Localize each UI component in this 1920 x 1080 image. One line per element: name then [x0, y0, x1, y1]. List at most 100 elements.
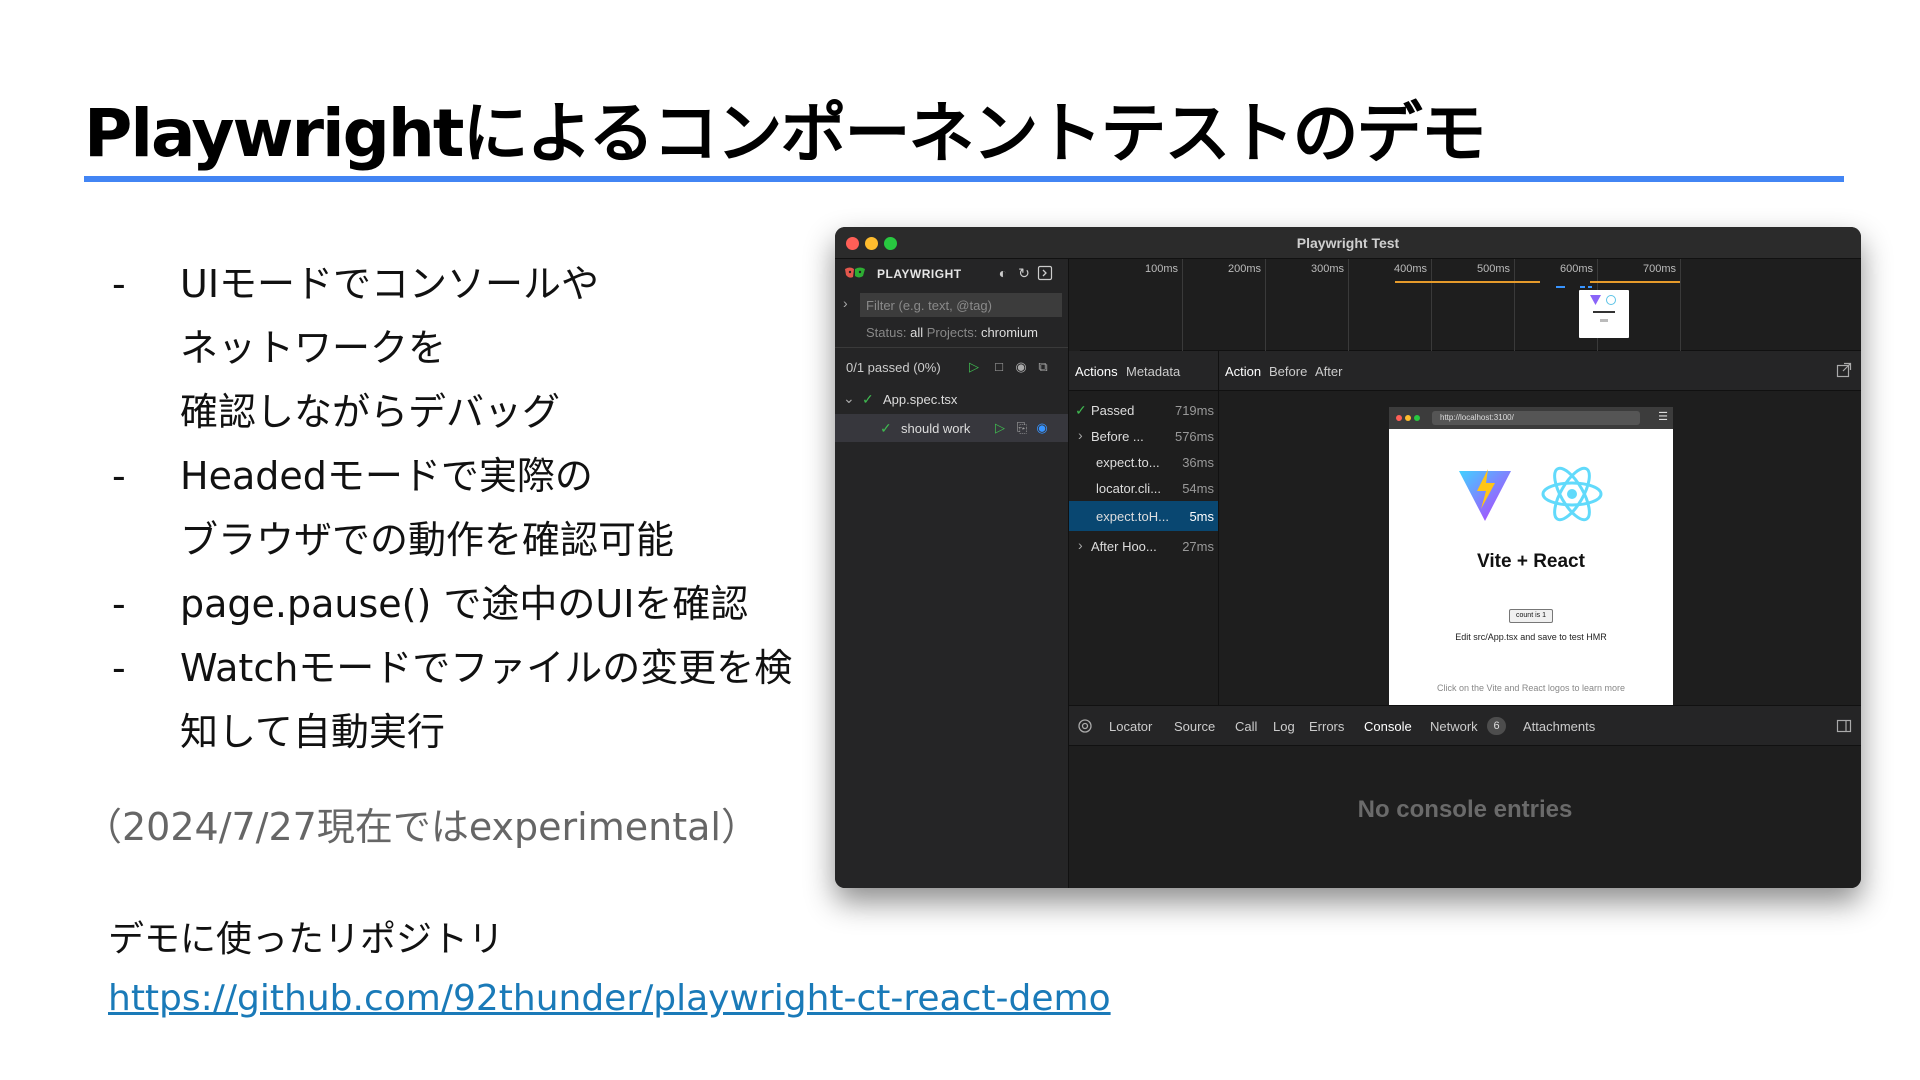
tab-network[interactable]: Network: [1430, 719, 1478, 734]
playwright-window: Playwright Test PLAYWRIGHT ◐ ↻ › Status:…: [835, 227, 1861, 888]
run-all-icon[interactable]: ▷: [966, 359, 982, 375]
timeline-action-bar: [1590, 281, 1680, 283]
chevron-down-icon[interactable]: ⌄: [843, 390, 855, 407]
tab-call[interactable]: Call: [1235, 719, 1257, 734]
timeline-tick-label: 600ms: [1560, 263, 1594, 275]
experimental-note: （2024/7/27現在ではexperimental）: [84, 805, 759, 849]
timeline-screenshot-thumbnail[interactable]: [1579, 290, 1629, 338]
repo-link[interactable]: https://github.com/92thunder/playwright-…: [108, 978, 1111, 1019]
open-source-icon[interactable]: ⎘: [1014, 420, 1030, 436]
slide-title: Playwrightによるコンポーネントテストのデモ: [84, 95, 1486, 172]
bullet-line: 知して自動実行: [180, 710, 445, 754]
timeline-tick: [1348, 259, 1349, 351]
filter-input[interactable]: [860, 293, 1062, 317]
pass-count: 0/1 passed (0%): [846, 360, 941, 375]
tab-source[interactable]: Source: [1174, 719, 1215, 734]
bullet-item: - Headedモードで実際の ブラウザでの動作を確認可能: [112, 444, 812, 572]
toggle-output-icon[interactable]: [1037, 265, 1053, 281]
tree-item-file[interactable]: ⌄ ✓ App.spec.tsx: [835, 385, 1068, 413]
action-label: locator.cli...: [1096, 481, 1162, 496]
snapshot-edit-text: Edit src/App.tsx and save to test HMR: [1455, 632, 1607, 642]
action-duration: 719ms: [1174, 403, 1214, 418]
title-underline: [84, 176, 1844, 182]
bullet-line: UIモードでコンソールや: [180, 262, 600, 306]
action-duration: 5ms: [1189, 509, 1214, 524]
vite-logo-icon: [1590, 295, 1601, 305]
action-row-selected[interactable]: expect.toH... 5ms: [1069, 501, 1218, 531]
chevron-right-icon[interactable]: ›: [1078, 537, 1083, 553]
tree-item-test[interactable]: ✓ should work ▷ ⎘ ◉: [835, 414, 1068, 442]
timeline[interactable]: 100ms 200ms 300ms 400ms 500ms 600ms 700m…: [1080, 259, 1861, 351]
filter-status-line: Status: all Projects: chromium: [866, 325, 1038, 340]
actions-tabbar: Actions Metadata: [1069, 351, 1218, 391]
bullet-line: ブラウザでの動作を確認可能: [180, 518, 675, 562]
snapshot-url: http://localhost:3100/: [1432, 411, 1640, 425]
repo-label: デモに使ったリポジトリ: [108, 919, 505, 960]
passed-check-icon: ✓: [880, 420, 892, 436]
action-duration: 36ms: [1182, 455, 1214, 470]
tab-before[interactable]: Before: [1269, 364, 1307, 379]
timeline-tick-label: 300ms: [1311, 263, 1345, 275]
window-title: Playwright Test: [1296, 235, 1400, 251]
timeline-tick-label: 500ms: [1477, 263, 1511, 275]
tab-attachments[interactable]: Attachments: [1523, 719, 1595, 734]
tab-action[interactable]: Action: [1225, 364, 1261, 379]
tab-actions[interactable]: Actions: [1075, 364, 1118, 379]
thumbnail-button: [1600, 319, 1608, 322]
reload-icon[interactable]: ↻: [1016, 265, 1032, 281]
expand-filters-chevron-icon[interactable]: ›: [843, 295, 848, 311]
bullet-dash: -: [112, 454, 126, 498]
snapshot-browser: http://localhost:3100/ ☰ Vite + React co…: [1389, 407, 1673, 715]
snapshot-browser-bar: http://localhost:3100/ ☰: [1389, 407, 1673, 429]
react-logo-icon: [1606, 295, 1616, 305]
bullet-line: ネットワークを: [180, 326, 447, 370]
status-value[interactable]: all: [910, 325, 923, 340]
run-test-icon[interactable]: ▷: [992, 420, 1008, 436]
action-label: expect.to...: [1096, 455, 1160, 470]
toggle-sidebar-icon[interactable]: [1836, 718, 1852, 734]
watch-test-icon[interactable]: ◉: [1034, 420, 1050, 436]
stop-icon[interactable]: □: [991, 359, 1007, 375]
browser-close-dot: [1396, 415, 1402, 421]
tab-console[interactable]: Console: [1364, 719, 1412, 734]
browser-minimize-dot: [1405, 415, 1411, 421]
sidebar-header: PLAYWRIGHT ◐ ↻: [835, 259, 1068, 287]
thumbnail-heading: [1593, 311, 1615, 313]
tab-locator[interactable]: Locator: [1109, 719, 1152, 734]
action-duration: 27ms: [1182, 539, 1214, 554]
action-label: expect.toH...: [1096, 509, 1169, 524]
test-sidebar: PLAYWRIGHT ◐ ↻ › Status: all Projects: c…: [835, 259, 1069, 888]
tab-metadata[interactable]: Metadata: [1126, 364, 1180, 379]
open-external-icon[interactable]: [1836, 362, 1852, 378]
action-row[interactable]: locator.cli... 54ms: [1069, 473, 1218, 503]
tab-log[interactable]: Log: [1273, 719, 1295, 734]
projects-label: Projects:: [926, 325, 978, 340]
timeline-network-bar: [1556, 286, 1565, 288]
collapse-all-icon[interactable]: ⧉: [1035, 359, 1051, 375]
tab-errors[interactable]: Errors: [1309, 719, 1344, 734]
timeline-network-bar: [1580, 286, 1585, 288]
projects-value[interactable]: chromium: [981, 325, 1038, 340]
pick-locator-icon[interactable]: [1077, 718, 1093, 734]
snapshot-heading: Vite + React: [1477, 551, 1585, 572]
network-count-badge: 6: [1487, 717, 1506, 735]
tab-after[interactable]: After: [1315, 364, 1342, 379]
sidebar-divider: [835, 347, 1068, 348]
snapshot-footer-text: Click on the Vite and React logos to lea…: [1437, 683, 1625, 693]
filter-row: ›: [835, 291, 1068, 319]
test-counts-row: 0/1 passed (0%) ▷ □ ◉ ⧉: [835, 355, 1068, 381]
watch-all-icon[interactable]: ◉: [1013, 359, 1029, 375]
chevron-right-icon[interactable]: ›: [1078, 427, 1083, 443]
action-label: Passed: [1091, 403, 1135, 418]
count-button: count is 1: [1509, 609, 1553, 623]
bullet-item: - Watchモードでファイルの変更を検 知して自動実行: [112, 636, 812, 764]
action-duration: 576ms: [1174, 429, 1214, 444]
timeline-tick-label: 100ms: [1145, 263, 1179, 275]
action-row[interactable]: › After Hoo... 27ms: [1069, 531, 1218, 561]
theme-toggle-icon[interactable]: ◐: [995, 265, 1011, 281]
timeline-tick: [1680, 259, 1681, 351]
timeline-tick: [1514, 259, 1515, 351]
console-empty-message: No console entries: [1357, 796, 1573, 823]
menu-icon: ☰: [1658, 411, 1668, 423]
action-duration: 54ms: [1182, 481, 1214, 496]
